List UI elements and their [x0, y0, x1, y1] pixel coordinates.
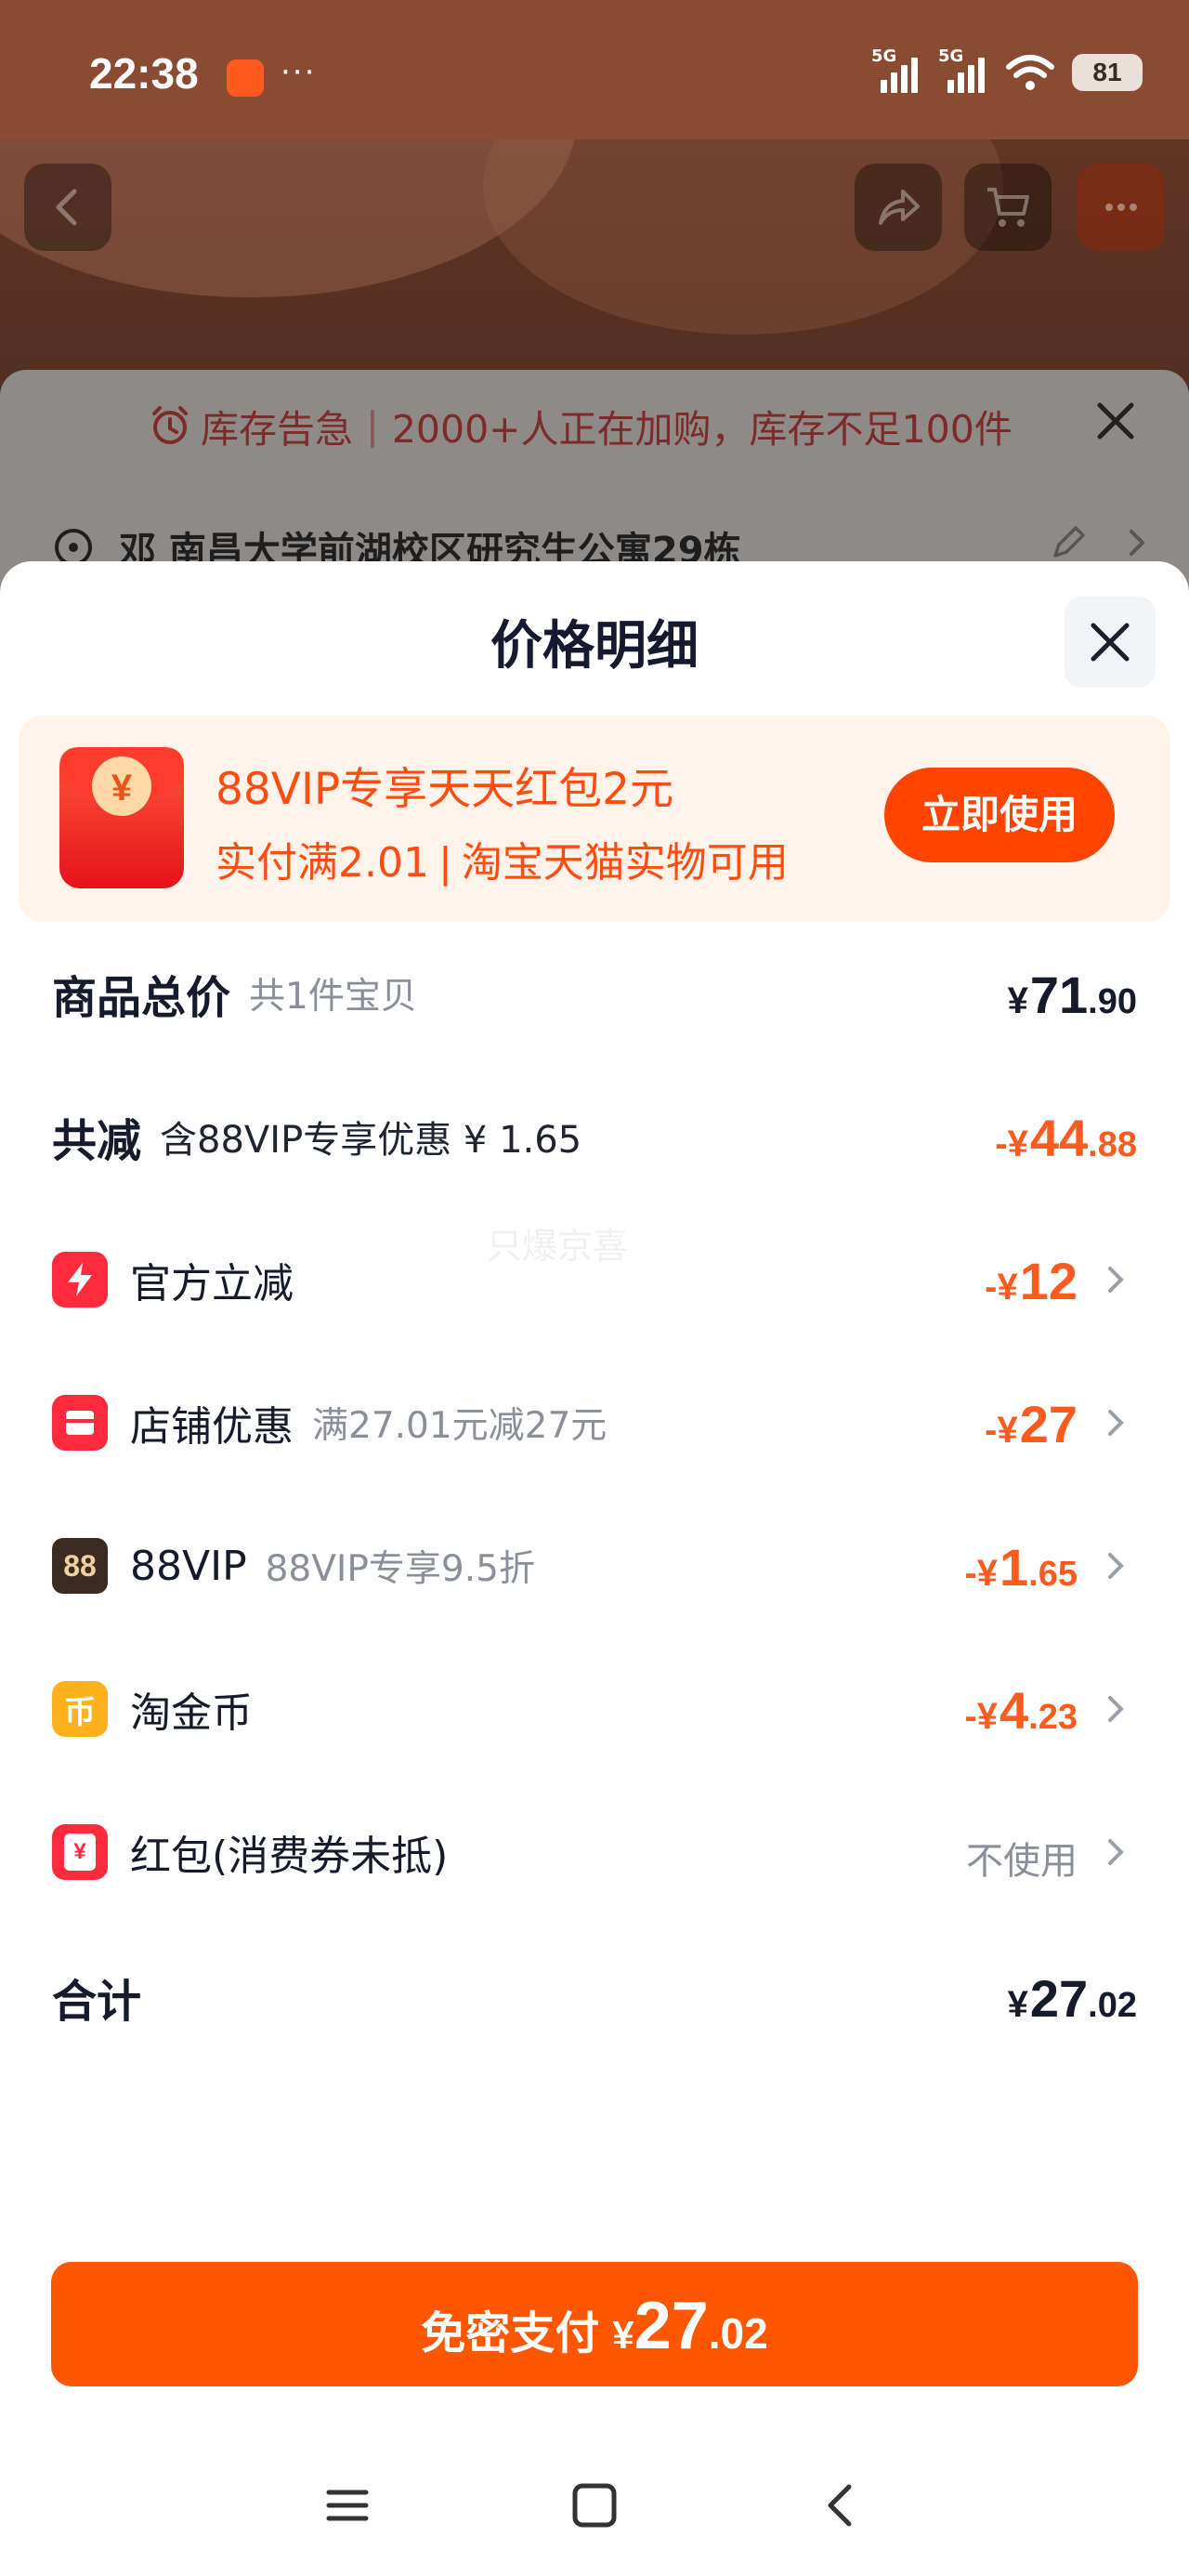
signal-icon: 5G	[871, 46, 921, 93]
alert-close-icon[interactable]	[1092, 398, 1139, 444]
alert-divider: |	[366, 403, 379, 448]
back-icon[interactable]	[814, 2477, 869, 2533]
official-discount-label: 官方立减	[130, 1260, 294, 1308]
chevron-right-icon	[1108, 1839, 1124, 1865]
menu-icon[interactable]	[320, 2477, 375, 2533]
taojinbi-amount: -¥ 4.23	[964, 1681, 1078, 1740]
red-packet-small-icon: ¥	[52, 1824, 108, 1880]
use-now-button[interactable]: 立即使用	[884, 768, 1115, 862]
store-discount-amount: -¥ 27	[985, 1395, 1078, 1453]
status-time: 22:38	[89, 49, 199, 98]
vip-label: 88VIP	[130, 1542, 247, 1590]
chevron-right-icon	[1108, 1696, 1124, 1722]
vip-red-packet-banner: ¥ 88VIP专享天天红包2元 实付满2.01 | 淘宝天猫实物可用 立即使用	[19, 716, 1170, 922]
red-packet-glyph: ¥	[111, 768, 133, 808]
item-count: 共1件宝贝	[249, 976, 417, 1018]
promo-subtitle: 实付满2.01 | 淘宝天猫实物可用	[216, 829, 789, 888]
home-icon[interactable]	[567, 2477, 622, 2533]
share-button[interactable]	[855, 164, 942, 251]
red-packet-row[interactable]: ¥ 红包(消费券未抵) 不使用	[52, 1810, 1137, 1894]
red-packet-label: 红包(消费券未抵)	[130, 1833, 449, 1880]
system-navigation-bar	[0, 2453, 1189, 2556]
store-icon	[52, 1395, 108, 1451]
alarm-clock-icon	[152, 406, 188, 444]
discount-total-amount: -¥ 44.88	[995, 1109, 1137, 1167]
taojinbi-label: 淘金币	[130, 1689, 253, 1737]
chevron-right-icon	[1108, 1410, 1124, 1436]
cart-icon	[987, 188, 1029, 227]
sheet-close-button[interactable]	[1065, 597, 1156, 688]
more-notifications-icon: ···	[281, 54, 317, 91]
promo-scope: 淘宝天猫实物可用	[461, 839, 789, 887]
pay-amount-int: 27	[634, 2289, 709, 2363]
store-discount-rule: 满27.01元减27元	[312, 1405, 608, 1447]
promo-condition: 实付满2.01	[216, 839, 429, 887]
discount-total-label: 共减	[52, 1115, 142, 1167]
discount-total-note: 含88VIP专享优惠 ¥ 1.65	[160, 1119, 582, 1162]
subtotal-label: 商品总价	[52, 972, 231, 1024]
grand-total-row: 合计 ¥27.02	[52, 1955, 1137, 2039]
coin-icon: 币	[52, 1681, 108, 1737]
more-icon	[1105, 204, 1137, 211]
chevron-right-icon	[1108, 1553, 1124, 1579]
promo-divider: |	[438, 839, 452, 887]
grand-total-label: 合计	[52, 1976, 142, 2028]
cart-button[interactable]	[964, 164, 1052, 251]
stock-alert-text: 2000+人正在加购，库存不足100件	[391, 407, 1013, 452]
pay-button[interactable]: 免密支付 ¥ 27 .02	[51, 2262, 1138, 2386]
taojinbi-row[interactable]: 币 淘金币 -¥ 4.23	[52, 1667, 1137, 1751]
store-discount-label: 店铺优惠	[130, 1403, 294, 1451]
status-bar: 22:38 ··· 5G 5G 81	[0, 0, 1189, 139]
chevron-left-icon	[56, 189, 77, 226]
edit-icon[interactable]	[1048, 522, 1089, 563]
stock-alert-label: 库存告急	[201, 407, 353, 452]
vip-88-icon: 88	[52, 1538, 108, 1594]
price-detail-sheet: 价格明细 ¥ 88VIP专享天天红包2元 实付满2.01 | 淘宝天猫实物可用 立即…	[0, 561, 1189, 2576]
share-icon	[879, 190, 920, 225]
battery-icon: 81	[1072, 54, 1143, 91]
official-discount-row[interactable]: 官方立减 -¥ 12	[52, 1238, 1137, 1321]
back-button[interactable]	[24, 164, 111, 251]
pay-amount-dec: .02	[708, 2309, 768, 2358]
signal-icon-secondary: 5G	[938, 46, 988, 93]
pay-currency: ¥	[612, 2313, 634, 2357]
lightning-icon	[52, 1252, 108, 1308]
subtotal-amount: ¥71.90	[1007, 966, 1137, 1024]
subtotal-row: 商品总价 共1件宝贝 ¥71.90	[52, 952, 1137, 1035]
stock-alert: 库存告急 | 2000+人正在加购，库存不足100件	[149, 398, 1013, 453]
sheet-title: 价格明细	[490, 616, 699, 677]
chevron-right-icon	[1108, 1267, 1124, 1293]
wifi-icon	[1006, 55, 1054, 90]
close-icon	[1091, 623, 1130, 662]
red-packet-icon: ¥	[59, 747, 184, 888]
promo-title: 88VIP专享天天红包2元	[216, 764, 674, 815]
taobao-notification-icon	[227, 59, 264, 97]
chevron-right-icon	[1130, 530, 1145, 556]
store-discount-row[interactable]: 店铺优惠 满27.01元减27元 -¥ 27	[52, 1381, 1137, 1465]
vip-discount-amount: -¥ 1.65	[964, 1538, 1078, 1597]
red-packet-value: 不使用	[966, 1840, 1078, 1883]
grand-total-amount: ¥27.02	[1007, 1969, 1137, 2028]
vip-discount-row[interactable]: 88 88VIP 88VIP专享9.5折 -¥ 1.65	[52, 1524, 1137, 1608]
more-button[interactable]	[1078, 164, 1165, 251]
official-discount-amount: -¥ 12	[985, 1252, 1078, 1310]
pay-button-label: 免密支付	[421, 2307, 600, 2359]
discount-total-row: 共减 含88VIP专享优惠 ¥ 1.65 -¥ 44.88	[52, 1095, 1137, 1178]
vip-rule: 88VIP专享9.5折	[265, 1548, 535, 1590]
